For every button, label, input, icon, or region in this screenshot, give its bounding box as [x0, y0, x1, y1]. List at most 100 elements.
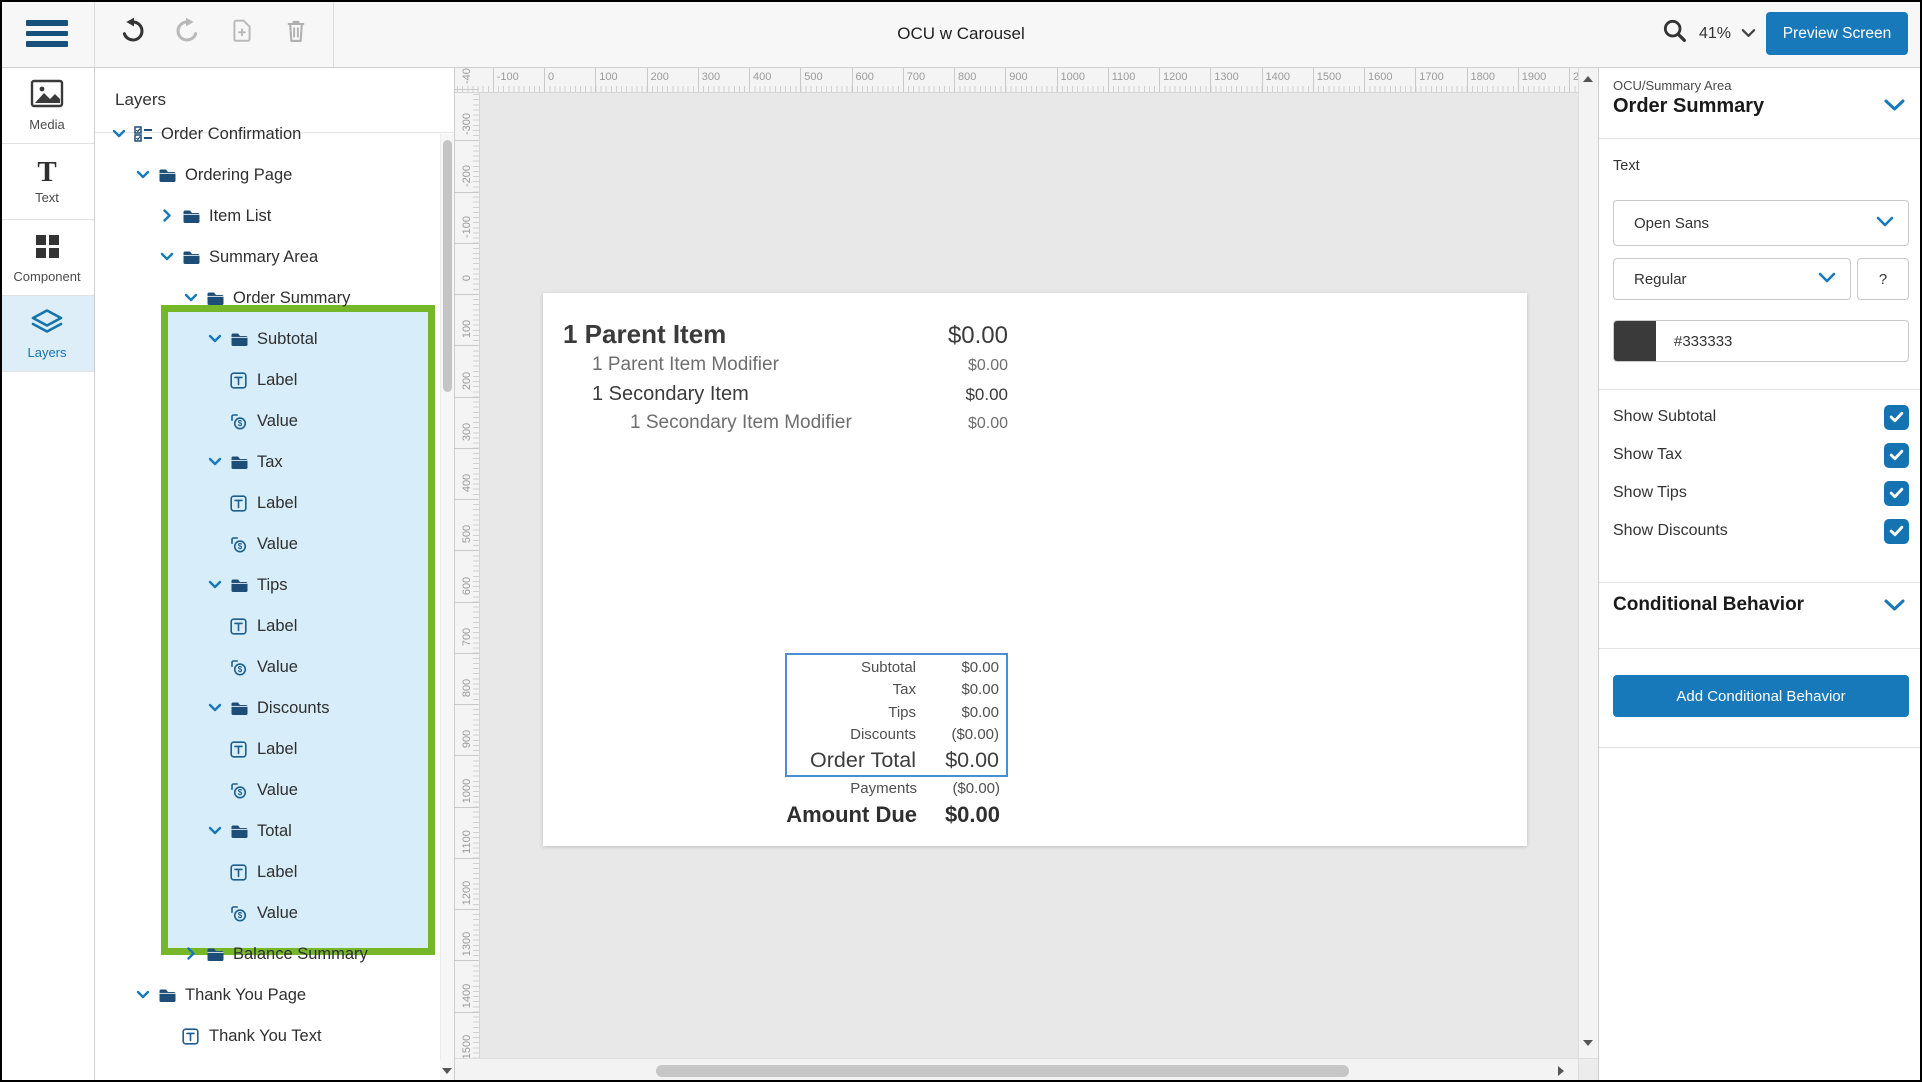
chevron-down-icon[interactable] — [112, 125, 126, 143]
layer-row-value[interactable]: $Value — [95, 524, 435, 565]
ruler-tick-label: 300 — [461, 423, 473, 441]
value-icon: $ — [230, 413, 249, 430]
label-icon — [182, 1028, 201, 1045]
layer-label: Tax — [257, 453, 283, 472]
value-icon: $ — [230, 782, 249, 799]
layer-row-value[interactable]: $Value — [95, 647, 435, 688]
sidebar-item-label: Layers — [27, 345, 66, 360]
font-style-select[interactable]: Regular — [1613, 258, 1851, 300]
layer-row-label[interactable]: Label — [95, 852, 435, 893]
scroll-up-icon — [1583, 76, 1593, 82]
sidebar-item-label: Media — [29, 117, 64, 132]
sidebar-item-layers[interactable]: Layers — [0, 296, 94, 372]
layer-row-thank-you-page[interactable]: Thank You Page — [95, 975, 435, 1016]
ruler-tick-label: 0 — [548, 71, 554, 83]
ruler-tick-label: 400 — [753, 71, 771, 83]
folder-icon — [182, 209, 201, 224]
layer-row-value[interactable]: $Value — [95, 893, 435, 934]
checkbox-show-tax[interactable] — [1884, 443, 1909, 468]
layer-row-total[interactable]: Total — [95, 811, 435, 852]
layer-row-thank-you-text[interactable]: Thank You Text — [95, 1016, 435, 1057]
layers-scroll-down-button[interactable] — [440, 1060, 454, 1082]
sidebar-item-media[interactable]: Media — [0, 68, 94, 144]
chevron-right-icon[interactable] — [160, 207, 174, 225]
ruler-tick-label: 1600 — [1368, 71, 1392, 83]
canvas-hscrollbar-thumb[interactable] — [656, 1065, 1349, 1077]
layer-row-item-list[interactable]: Item List — [95, 196, 435, 237]
canvas-vscrollbar[interactable] — [1578, 68, 1598, 1082]
layer-row-label[interactable]: Label — [95, 483, 435, 524]
chevron-down-icon[interactable] — [136, 166, 150, 184]
check-icon — [1889, 487, 1904, 499]
folder-icon — [230, 332, 249, 347]
chevron-down-icon[interactable] — [208, 453, 222, 471]
layer-row-value[interactable]: $Value — [95, 401, 435, 442]
text-color-input[interactable]: #333333 — [1613, 320, 1909, 362]
chevron-right-icon[interactable] — [184, 945, 198, 963]
collapse-section-chevron-icon[interactable] — [1883, 98, 1906, 117]
redo-button[interactable] — [170, 17, 204, 51]
zoom-chevron-down-icon[interactable] — [1741, 25, 1756, 43]
layer-row-order-confirmation[interactable]: Order Confirmation — [95, 114, 435, 155]
scroll-right-icon — [1558, 1066, 1564, 1076]
conditional-chevron-icon[interactable] — [1883, 598, 1906, 617]
zoom-level-value[interactable]: 41% — [1699, 25, 1731, 43]
chevron-down-icon[interactable] — [208, 576, 222, 594]
order-summary-selection[interactable]: Subtotal$0.00Tax$0.00Tips$0.00Discounts(… — [785, 653, 1008, 777]
layer-row-ordering-page[interactable]: Ordering Page — [95, 155, 435, 196]
hamburger-menu-button[interactable] — [0, 0, 95, 67]
layer-row-tips[interactable]: Tips — [95, 565, 435, 606]
chevron-down-icon[interactable] — [160, 248, 174, 266]
layer-row-balance-summary[interactable]: Balance Summary — [95, 934, 435, 975]
layer-label: Label — [257, 371, 297, 390]
trash-icon — [282, 17, 310, 50]
chevron-down-icon[interactable] — [208, 699, 222, 717]
layer-row-label[interactable]: Label — [95, 729, 435, 770]
layer-row-summary-area[interactable]: Summary Area — [95, 237, 435, 278]
checkbox-show-discounts[interactable] — [1884, 519, 1909, 544]
delete-button[interactable] — [279, 17, 313, 51]
chevron-down-icon[interactable] — [184, 289, 198, 307]
layer-row-value[interactable]: $ Value — [95, 770, 435, 811]
layer-label: Label — [257, 740, 297, 759]
layers-scrollbar[interactable] — [440, 134, 454, 1082]
ruler-vertical: -400-300-200-100010020030040050060070080… — [455, 93, 480, 1082]
ruler-tick-label: 200 — [651, 71, 669, 83]
chevron-down-icon[interactable] — [136, 986, 150, 1004]
layer-row-discounts[interactable]: Discounts — [95, 688, 435, 729]
design-canvas[interactable]: -100010020030040050060070080090010001100… — [455, 68, 1578, 1082]
ruler-tick-label: 500 — [804, 71, 822, 83]
color-swatch[interactable] — [1614, 320, 1656, 362]
toggle-label: Show Tax — [1613, 446, 1884, 464]
font-family-select[interactable]: Open Sans — [1613, 200, 1909, 246]
chevron-down-icon[interactable] — [208, 330, 222, 348]
layer-row-subtotal[interactable]: Subtotal — [95, 319, 435, 360]
layer-row-tax[interactable]: Tax — [95, 442, 435, 483]
balance-value: $0.00 — [917, 802, 1003, 828]
sidebar-item-text[interactable]: TText — [0, 144, 94, 220]
ruler-tick-label: -100 — [461, 216, 473, 238]
ruler-tick-label: 300 — [702, 71, 720, 83]
toolbar — [96, 0, 334, 67]
sidebar-item-component[interactable]: Component — [0, 220, 94, 296]
balance-value: ($0.00) — [917, 780, 1003, 797]
undo-button[interactable] — [116, 17, 150, 51]
preview-screen-button[interactable]: Preview Screen — [1766, 12, 1908, 55]
text-icon: T — [37, 158, 56, 186]
ruler-tick-label: 1100 — [461, 830, 473, 854]
canvas-hscrollbar[interactable] — [455, 1058, 1578, 1082]
layer-row-label[interactable]: Label — [95, 606, 435, 647]
layer-label: Value — [257, 781, 298, 800]
order-item-row: 1 Secondary Item Modifier$0.00 — [630, 412, 1008, 434]
layer-row-order-summary[interactable]: Order Summary — [95, 278, 435, 319]
layers-scrollbar-thumb[interactable] — [443, 140, 452, 392]
checkbox-show-subtotal[interactable] — [1884, 405, 1909, 430]
chevron-down-icon[interactable] — [208, 822, 222, 840]
layer-row-label[interactable]: Label — [95, 360, 435, 401]
new-page-button[interactable] — [225, 17, 259, 51]
checkbox-show-tips[interactable] — [1884, 481, 1909, 506]
zoom-search-icon[interactable] — [1661, 17, 1689, 50]
artboard[interactable]: 1 Parent Item$0.001 Parent Item Modifier… — [543, 293, 1527, 846]
help-button[interactable]: ? — [1857, 258, 1909, 300]
add-conditional-behavior-button[interactable]: Add Conditional Behavior — [1613, 675, 1909, 717]
